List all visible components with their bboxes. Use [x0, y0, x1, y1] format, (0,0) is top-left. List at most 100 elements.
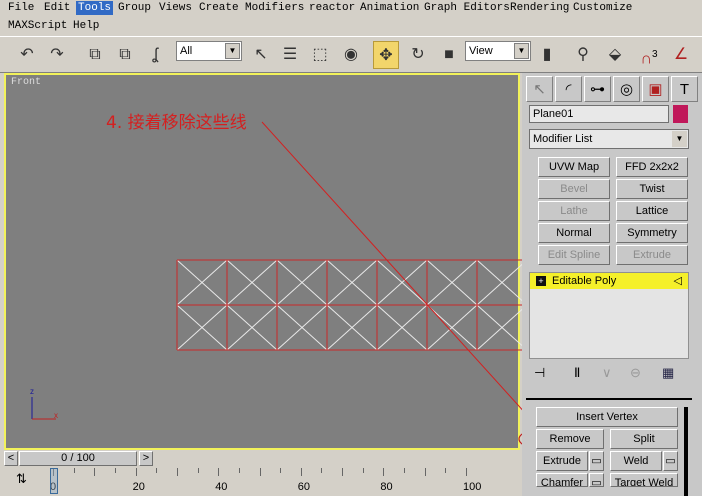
make-unique-icon[interactable]: ∨: [602, 365, 612, 381]
object-name-field[interactable]: Plane01: [529, 105, 669, 123]
modifier-button-normal[interactable]: Normal: [538, 223, 610, 243]
expand-plus-icon[interactable]: +: [536, 276, 546, 286]
modifier-button-lattice[interactable]: Lattice: [616, 201, 688, 221]
tick-mark: [280, 468, 282, 473]
select-and-link-icon[interactable]: ⧉: [82, 41, 108, 69]
modifier-button-extrude[interactable]: Extrude: [616, 245, 688, 265]
chamfer-button[interactable]: Chamfer: [536, 473, 588, 487]
reference-coordinate-value: View: [469, 45, 493, 57]
undo-icon[interactable]: ↶: [14, 41, 40, 69]
tick-mark: [238, 468, 240, 473]
tick-mark: [176, 468, 178, 476]
time-slider[interactable]: 0 / 100: [19, 451, 137, 466]
window-crossing-icon[interactable]: ◉: [338, 41, 364, 69]
selection-filter-value: All: [180, 45, 193, 57]
snaps-toggle-icon[interactable]: ∩3: [636, 41, 662, 69]
modifier-button-edit-spline[interactable]: Edit Spline: [538, 245, 610, 265]
snap-dimension-label: 3: [651, 49, 658, 60]
weld-button[interactable]: Weld: [610, 451, 662, 471]
tick-mark: [156, 468, 158, 473]
target-weld-button[interactable]: Target Weld: [610, 473, 678, 487]
keyboard-shortcut-override-icon[interactable]: ⬙: [602, 41, 628, 69]
select-and-move-icon[interactable]: ✥: [373, 41, 399, 69]
pin-stack-icon[interactable]: ⊣: [534, 365, 545, 381]
tick-label: 20: [132, 481, 145, 493]
select-and-rotate-icon[interactable]: ↻: [405, 41, 431, 69]
tick-mark: [114, 468, 116, 473]
menu-bar: File Edit Tools Group Views Create Modif…: [0, 0, 702, 36]
motion-tab-icon[interactable]: ◎: [613, 76, 640, 102]
menu-file[interactable]: File: [6, 1, 36, 15]
track-bar[interactable]: 0 20 40 60 80 100: [50, 466, 481, 496]
select-and-scale-icon[interactable]: ■: [436, 41, 462, 69]
select-object-icon[interactable]: ↖: [248, 41, 274, 69]
light-bulb-toggle-icon[interactable]: ◁: [674, 273, 682, 289]
menu-maxscript[interactable]: MAXScript: [6, 19, 69, 33]
rollout-divider: [526, 398, 692, 400]
object-color-swatch[interactable]: [673, 105, 688, 123]
modifier-button-twist[interactable]: Twist: [616, 179, 688, 199]
modifier-list-dropdown[interactable]: Modifier List ▼: [529, 129, 689, 149]
menu-customize[interactable]: Customize: [571, 1, 634, 15]
split-button[interactable]: Split: [610, 429, 678, 449]
angle-snap-icon[interactable]: ∠: [668, 41, 694, 69]
extrude-settings-icon[interactable]: ▭: [589, 451, 604, 471]
tick-mark: [197, 468, 199, 473]
menu-animation[interactable]: Animation: [358, 1, 421, 15]
current-frame-indicator[interactable]: [50, 468, 58, 494]
menu-graph-editors[interactable]: Graph Editors: [422, 1, 512, 15]
create-tab-icon[interactable]: ↖: [526, 76, 553, 102]
modifier-button-symmetry[interactable]: Symmetry: [616, 223, 688, 243]
rectangular-selection-icon[interactable]: ⬚: [307, 41, 333, 69]
axis-tripod-icon: [31, 397, 56, 420]
utilities-tab-icon[interactable]: T: [671, 76, 698, 102]
pivot-center-icon[interactable]: ▮: [534, 41, 560, 69]
prev-frame-button[interactable]: <: [4, 451, 18, 466]
insert-vertex-button[interactable]: Insert Vertex: [536, 407, 678, 427]
menu-help[interactable]: Help: [71, 19, 101, 33]
remove-button[interactable]: Remove: [536, 429, 604, 449]
unlink-selection-icon[interactable]: ⧉: [112, 41, 138, 69]
menu-views[interactable]: Views: [157, 1, 194, 15]
select-manipulate-icon[interactable]: ⚲: [570, 41, 596, 69]
modifier-button-lathe[interactable]: Lathe: [538, 201, 610, 221]
modifier-stack: + Editable Poly ◁: [529, 272, 689, 359]
tick-mark: [73, 468, 75, 473]
modifier-button-uvw-map[interactable]: UVW Map: [538, 157, 610, 177]
tick-mark: [445, 468, 447, 473]
tick-label: 40: [215, 481, 228, 493]
stack-item-label: Editable Poly: [552, 275, 617, 287]
reference-coordinate-dropdown[interactable]: View ▼: [465, 41, 531, 61]
menu-tools[interactable]: Tools: [76, 1, 114, 15]
modify-tab-icon[interactable]: ◜: [555, 76, 582, 102]
tick-mark: [342, 468, 344, 476]
menu-reactor[interactable]: reactor: [307, 1, 357, 15]
menu-rendering[interactable]: Rendering: [508, 1, 571, 15]
next-frame-button[interactable]: >: [139, 451, 153, 466]
open-mini-curve-editor-icon[interactable]: ⇅: [16, 471, 27, 487]
show-end-result-icon[interactable]: Ⅱ: [574, 365, 580, 381]
display-tab-icon[interactable]: ▣: [642, 76, 669, 102]
weld-settings-icon[interactable]: ▭: [663, 451, 678, 471]
configure-modifier-sets-icon[interactable]: ▦: [662, 365, 674, 381]
redo-icon[interactable]: ↷: [44, 41, 70, 69]
modifier-button-bevel[interactable]: Bevel: [538, 179, 610, 199]
menu-modifiers[interactable]: Modifiers: [243, 1, 306, 15]
tick-mark: [218, 468, 220, 476]
select-by-name-icon[interactable]: ☰: [277, 41, 303, 69]
menu-group[interactable]: Group: [116, 1, 153, 15]
chamfer-settings-icon[interactable]: ▭: [589, 473, 604, 487]
remove-modifier-icon[interactable]: ⊖: [630, 365, 641, 381]
stack-item-editable-poly[interactable]: + Editable Poly ◁: [530, 273, 688, 289]
chevron-down-icon: ▼: [672, 131, 687, 147]
hierarchy-tab-icon[interactable]: ⊶: [584, 76, 611, 102]
menu-edit[interactable]: Edit: [42, 1, 72, 15]
extrude-button[interactable]: Extrude: [536, 451, 588, 471]
wireframe-plane: [176, 259, 522, 351]
bind-to-space-warp-icon[interactable]: ʆ: [142, 41, 168, 69]
modifier-button-ffd-2x2x2[interactable]: FFD 2x2x2: [616, 157, 688, 177]
menu-create[interactable]: Create: [197, 1, 241, 15]
panel-scrollbar[interactable]: [684, 407, 688, 496]
selection-filter-dropdown[interactable]: All ▼: [176, 41, 242, 61]
front-viewport[interactable]: Front 4. 接着移除这些线 z x: [4, 73, 522, 450]
